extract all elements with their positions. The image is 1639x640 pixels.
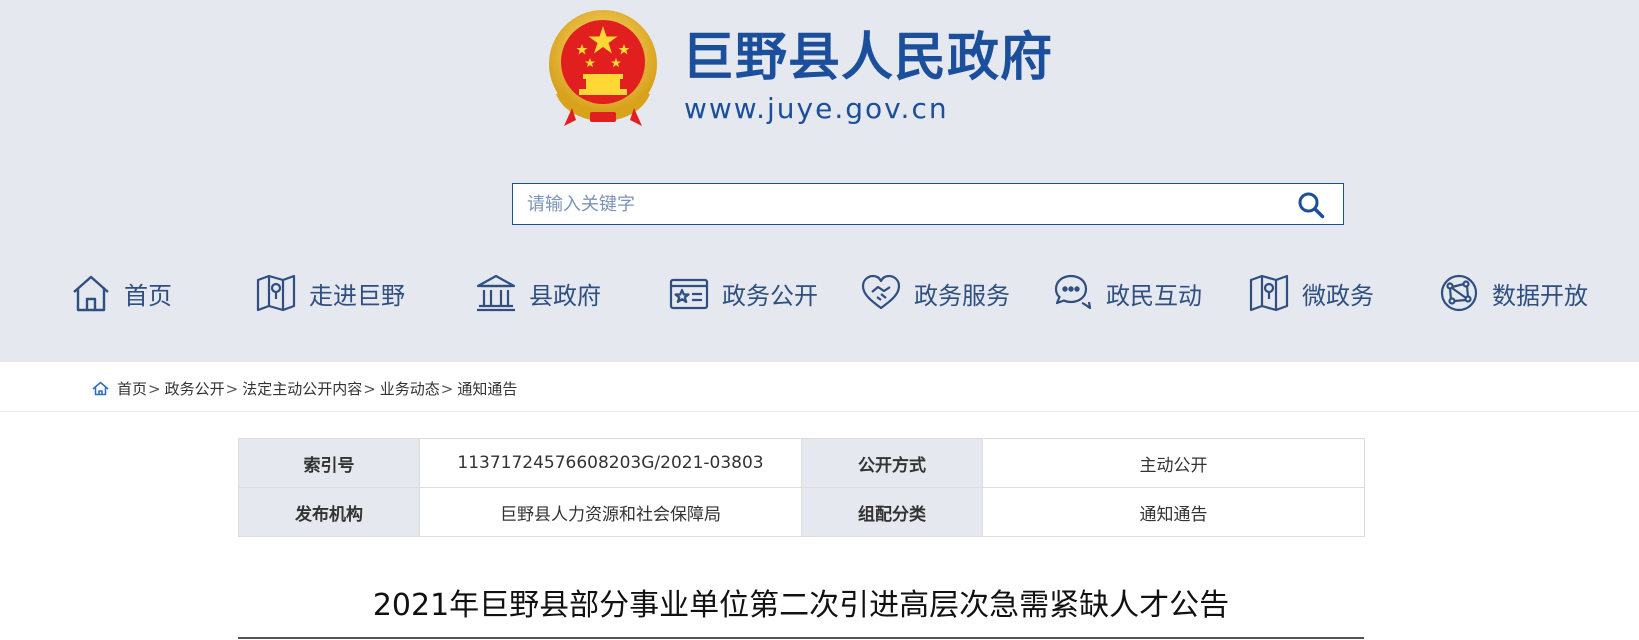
nav-label: 走进巨野	[309, 281, 405, 310]
nav-label: 政务公开	[722, 281, 818, 310]
nav-item-home[interactable]: 首页	[70, 262, 172, 324]
nav-label: 政民互动	[1106, 281, 1202, 310]
publishing-agency-value: 巨野县人力资源和社会保障局	[419, 487, 802, 537]
breadcrumb-notices[interactable]: 通知通告	[457, 378, 517, 399]
disclosure-method-value: 主动公开	[982, 438, 1365, 488]
table-row: 索引号 11371724576608203G/2021-03803 公开方式 主…	[238, 438, 1365, 488]
title-divider	[238, 637, 1364, 639]
document-metadata-table: 索引号 11371724576608203G/2021-03803 公开方式 主…	[238, 438, 1365, 537]
index-number-label: 索引号	[238, 438, 420, 488]
breadcrumb-separator: >	[225, 379, 239, 398]
main-nav: 首页 走进巨野 县政府 政务公开 政务服务 政民互动 微政务 数据开放	[0, 262, 1639, 324]
nav-label: 政务服务	[914, 281, 1010, 310]
article-title: 2021年巨野县部分事业单位第二次引进高层次急需紧缺人才公告	[372, 588, 1230, 623]
national-emblem-icon	[549, 10, 657, 126]
breadcrumb-separator: >	[363, 379, 376, 398]
breadcrumb-home[interactable]: 首页	[117, 378, 147, 399]
search-icon[interactable]	[1297, 191, 1325, 219]
breadcrumb-trail: 首页 > 政务公开 > 法定主动公开内容 > 业务动态 > 通知通告	[92, 378, 517, 399]
nav-item-citizen-interaction[interactable]: 政民互动	[1052, 262, 1202, 324]
network-globe-icon	[1440, 274, 1478, 312]
breadcrumb-separator: >	[440, 379, 454, 398]
nav-item-open-data[interactable]: 数据开放	[1438, 262, 1588, 324]
nav-item-micro-government[interactable]: 微政务	[1248, 262, 1374, 324]
home-icon[interactable]	[92, 381, 109, 396]
search-input[interactable]	[513, 184, 1273, 224]
breadcrumb-government-affairs[interactable]: 政务公开	[165, 378, 225, 399]
search-bar	[512, 183, 1344, 225]
index-number-value: 11371724576608203G/2021-03803	[419, 438, 802, 488]
nav-label: 首页	[124, 281, 172, 310]
nav-item-discover-juye[interactable]: 走进巨野	[255, 262, 405, 324]
nav-item-government-services[interactable]: 政务服务	[860, 262, 1010, 324]
site-header: 巨野县人民政府 www.juye.gov.cn 首页 走进巨	[0, 0, 1639, 362]
map-icon	[256, 274, 296, 312]
map-icon	[1249, 274, 1289, 312]
handshake-icon	[861, 274, 901, 310]
breadcrumb-business-news[interactable]: 业务动态	[380, 378, 440, 399]
nav-label: 微政务	[1302, 281, 1374, 310]
nav-label: 县政府	[529, 281, 601, 310]
nav-item-county-government[interactable]: 县政府	[475, 262, 601, 324]
category-label: 组配分类	[801, 487, 983, 537]
breadcrumb-statutory-content[interactable]: 法定主动公开内容	[242, 378, 362, 399]
nav-item-government-affairs-public[interactable]: 政务公开	[668, 262, 818, 324]
site-title: 巨野县人民政府	[682, 28, 1054, 88]
breadcrumb-separator: >	[148, 379, 161, 398]
publishing-agency-label: 发布机构	[238, 487, 420, 537]
category-value: 通知通告	[982, 487, 1365, 537]
nav-label: 数据开放	[1492, 281, 1588, 310]
table-row: 发布机构 巨野县人力资源和社会保障局 组配分类 通知通告	[238, 487, 1365, 537]
disclosure-method-label: 公开方式	[801, 438, 983, 488]
home-icon	[73, 275, 109, 312]
site-url[interactable]: www.juye.gov.cn	[684, 92, 949, 126]
chat-bubbles-icon	[1054, 274, 1092, 310]
breadcrumb: 首页 > 政务公开 > 法定主动公开内容 > 业务动态 > 通知通告	[0, 362, 1639, 412]
announcement-card-icon	[669, 278, 709, 310]
government-building-icon	[476, 274, 516, 312]
